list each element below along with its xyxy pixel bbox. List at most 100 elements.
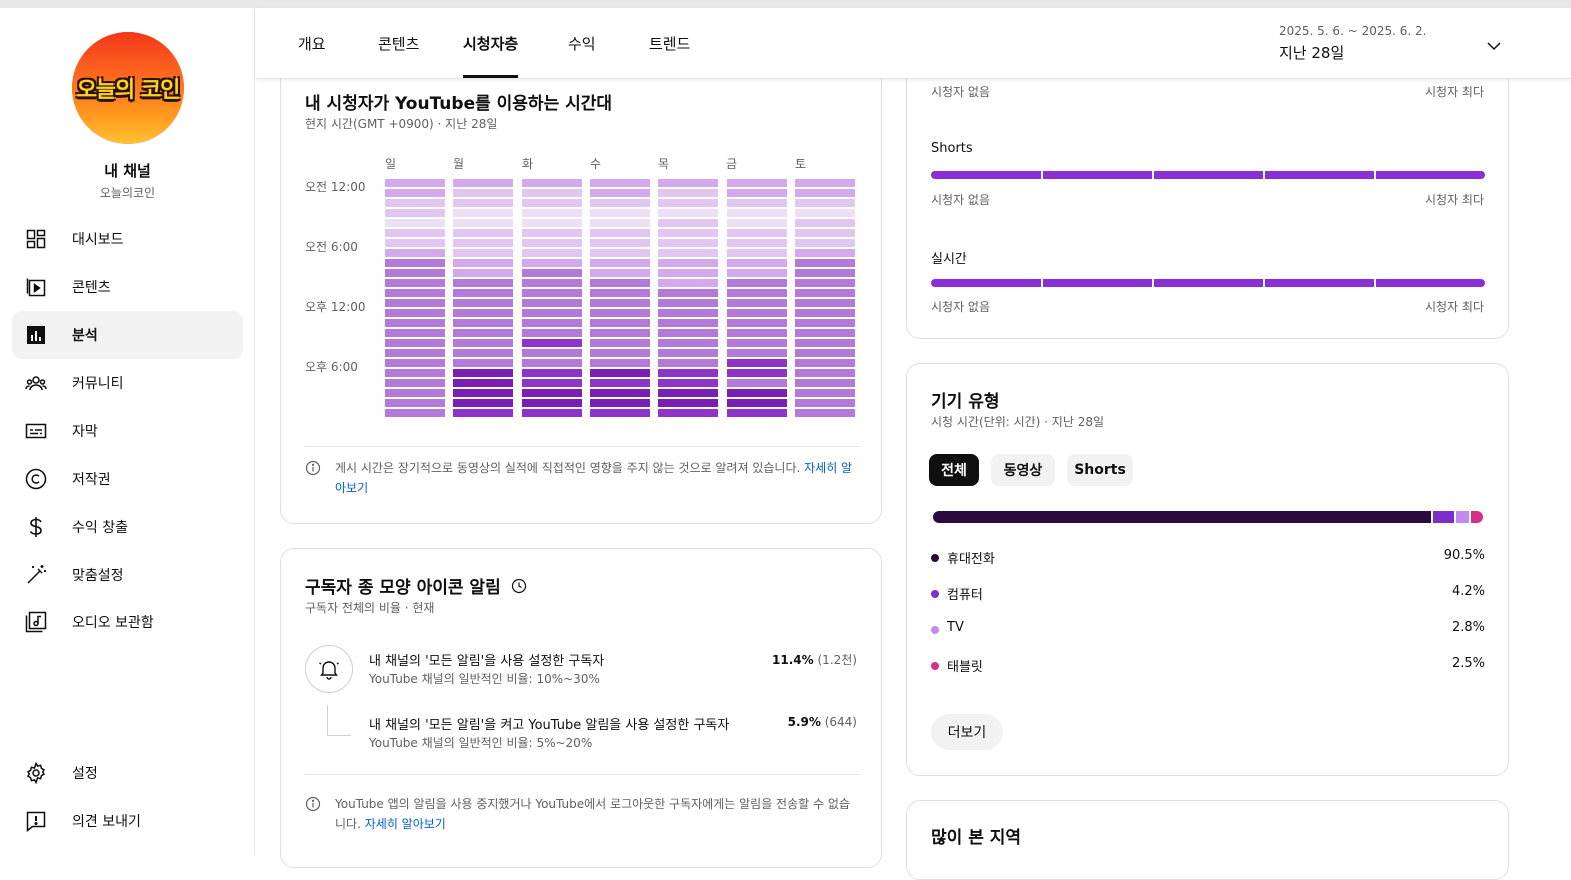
heatmap-cell[interactable] — [658, 249, 718, 257]
heatmap-cell[interactable] — [590, 319, 650, 327]
heatmap-cell[interactable] — [385, 339, 445, 347]
device-bar-segment[interactable] — [933, 511, 1431, 523]
heatmap-cell[interactable] — [522, 229, 582, 237]
heatmap-cell[interactable] — [453, 249, 513, 257]
sidebar-item-settings[interactable]: 설정 — [12, 749, 243, 797]
heatmap-cell[interactable] — [385, 239, 445, 247]
learn-more-link[interactable]: 자세히 알아보기 — [365, 817, 446, 831]
tab-revenue[interactable]: 수익 — [568, 8, 596, 78]
heatmap-cell[interactable] — [522, 339, 582, 347]
heatmap-cell[interactable] — [453, 349, 513, 357]
heatmap-cell[interactable] — [385, 349, 445, 357]
heatmap-cell[interactable] — [522, 309, 582, 317]
heatmap-cell[interactable] — [727, 259, 787, 267]
sidebar-item-copyright[interactable]: 저작권 — [12, 455, 243, 503]
heatmap-cell[interactable] — [795, 349, 855, 357]
heatmap-cell[interactable] — [590, 299, 650, 307]
heatmap-cell[interactable] — [590, 189, 650, 197]
heatmap-cell[interactable] — [385, 219, 445, 227]
heatmap-cell[interactable] — [453, 189, 513, 197]
heatmap-cell[interactable] — [658, 179, 718, 187]
sidebar-item-customization[interactable]: 맞춤설정 — [12, 551, 243, 599]
heatmap-cell[interactable] — [727, 239, 787, 247]
sidebar-item-analytics[interactable]: 분석 — [12, 311, 243, 359]
heatmap-cell[interactable] — [795, 389, 855, 397]
heatmap-cell[interactable] — [727, 319, 787, 327]
heatmap-cell[interactable] — [385, 369, 445, 377]
sidebar-item-dashboard[interactable]: 대시보드 — [12, 215, 243, 263]
heatmap-cell[interactable] — [522, 239, 582, 247]
sidebar-item-feedback[interactable]: 의견 보내기 — [12, 797, 243, 845]
heatmap-cell[interactable] — [727, 289, 787, 297]
tab-audience[interactable]: 시청자층 — [463, 8, 519, 78]
heatmap-cell[interactable] — [727, 369, 787, 377]
heatmap-cell[interactable] — [590, 209, 650, 217]
heatmap-cell[interactable] — [727, 329, 787, 337]
sidebar-item-community[interactable]: 커뮤니티 — [12, 359, 243, 407]
heatmap-cell[interactable] — [385, 209, 445, 217]
heatmap-cell[interactable] — [385, 259, 445, 267]
sidebar-item-monetization[interactable]: 수익 창출 — [12, 503, 243, 551]
heatmap-cell[interactable] — [385, 359, 445, 367]
heatmap-cell[interactable] — [658, 309, 718, 317]
heatmap-cell[interactable] — [658, 199, 718, 207]
heatmap-cell[interactable] — [385, 229, 445, 237]
heatmap-cell[interactable] — [658, 319, 718, 327]
heatmap-cell[interactable] — [590, 179, 650, 187]
heatmap-cell[interactable] — [795, 179, 855, 187]
heatmap-cell[interactable] — [522, 289, 582, 297]
heatmap-cell[interactable] — [727, 339, 787, 347]
heatmap-cell[interactable] — [590, 309, 650, 317]
heatmap-cell[interactable] — [522, 409, 582, 417]
heatmap-cell[interactable] — [727, 409, 787, 417]
heatmap-cell[interactable] — [658, 299, 718, 307]
heatmap-cell[interactable] — [453, 259, 513, 267]
heatmap-cell[interactable] — [522, 369, 582, 377]
heatmap-cell[interactable] — [522, 349, 582, 357]
heatmap-cell[interactable] — [727, 199, 787, 207]
heatmap-cell[interactable] — [590, 409, 650, 417]
heatmap-cell[interactable] — [590, 239, 650, 247]
heatmap-cell[interactable] — [658, 329, 718, 337]
heatmap-cell[interactable] — [522, 249, 582, 257]
heatmap-cell[interactable] — [453, 279, 513, 287]
device-bar-segment[interactable] — [1469, 511, 1483, 523]
heatmap-cell[interactable] — [727, 269, 787, 277]
heatmap-cell[interactable] — [658, 189, 718, 197]
heatmap-cell[interactable] — [590, 359, 650, 367]
tab-overview[interactable]: 개요 — [298, 8, 326, 78]
heatmap-cell[interactable] — [727, 219, 787, 227]
heatmap-cell[interactable] — [385, 379, 445, 387]
heatmap-cell[interactable] — [453, 399, 513, 407]
heatmap-cell[interactable] — [590, 229, 650, 237]
heatmap-cell[interactable] — [795, 409, 855, 417]
heatmap-cell[interactable] — [658, 379, 718, 387]
heatmap-cell[interactable] — [658, 359, 718, 367]
see-more-button[interactable]: 더보기 — [931, 714, 1003, 750]
sidebar-item-audio-library[interactable]: 오디오 보관함 — [12, 598, 243, 646]
heatmap-cell[interactable] — [727, 179, 787, 187]
heatmap-cell[interactable] — [658, 289, 718, 297]
heatmap-cell[interactable] — [522, 179, 582, 187]
heatmap-cell[interactable] — [522, 199, 582, 207]
heatmap-cell[interactable] — [795, 269, 855, 277]
heatmap-cell[interactable] — [795, 199, 855, 207]
heatmap-cell[interactable] — [795, 189, 855, 197]
heatmap-cell[interactable] — [522, 319, 582, 327]
heatmap-cell[interactable] — [522, 399, 582, 407]
heatmap-cell[interactable] — [590, 399, 650, 407]
heatmap-cell[interactable] — [453, 269, 513, 277]
heatmap-cell[interactable] — [453, 339, 513, 347]
heatmap-cell[interactable] — [727, 399, 787, 407]
info-icon[interactable] — [305, 796, 321, 812]
heatmap-cell[interactable] — [385, 319, 445, 327]
sidebar-item-content[interactable]: 콘텐츠 — [12, 263, 243, 311]
heatmap-cell[interactable] — [658, 239, 718, 247]
heatmap-cell[interactable] — [590, 389, 650, 397]
heatmap-cell[interactable] — [385, 409, 445, 417]
heatmap-cell[interactable] — [522, 389, 582, 397]
heatmap-cell[interactable] — [522, 189, 582, 197]
heatmap-cell[interactable] — [453, 179, 513, 187]
heatmap-cell[interactable] — [727, 349, 787, 357]
heatmap-cell[interactable] — [727, 249, 787, 257]
